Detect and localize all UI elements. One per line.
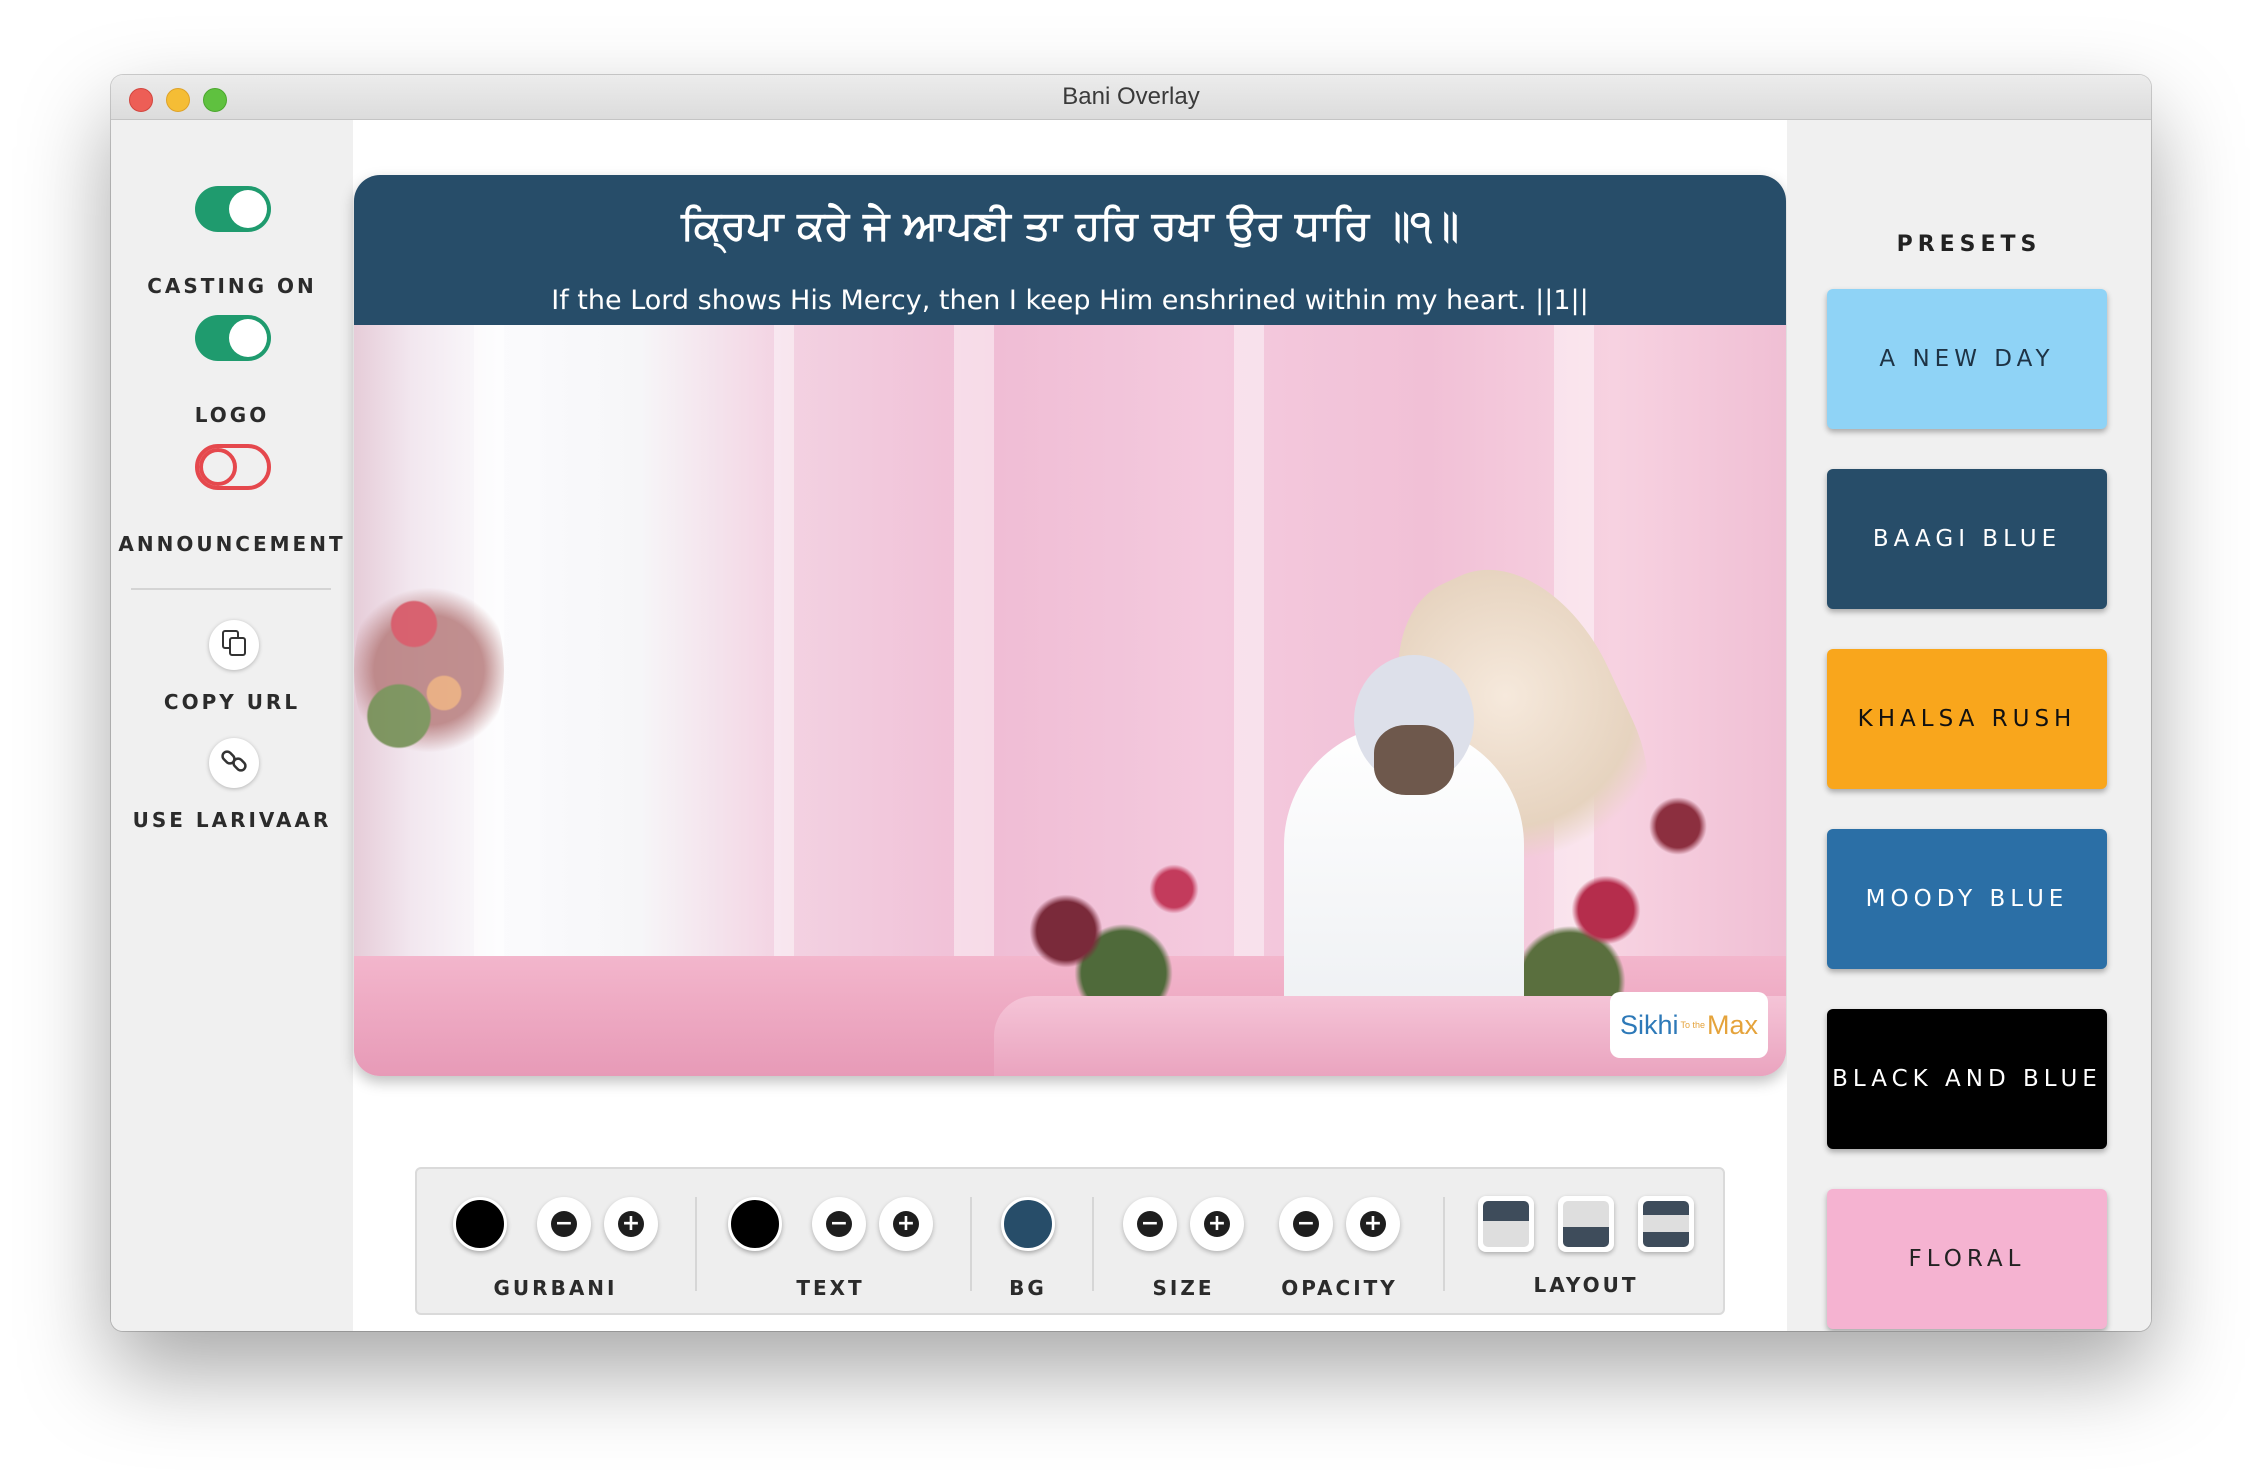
minus-icon: − — [826, 1211, 852, 1237]
gurbani-label: GURBANI — [493, 1276, 618, 1300]
layout-fill — [1483, 1221, 1529, 1247]
logo-toggle[interactable] — [195, 315, 271, 361]
layout-bar — [1483, 1201, 1529, 1221]
presets-title: PRESETS — [1896, 232, 2042, 257]
toggle-knob — [199, 448, 237, 486]
text-color-swatch[interactable] — [728, 1197, 782, 1251]
style-toolbar: − + GURBANI − + TEXT BG − + SIZE − + OPA… — [415, 1167, 1725, 1315]
toolbar-separator — [1443, 1197, 1445, 1291]
copy-url-button[interactable] — [209, 620, 259, 670]
preset-floral[interactable]: FLORAL — [1827, 1189, 2107, 1329]
layout-label: LAYOUT — [1533, 1273, 1639, 1297]
layout-fill — [1643, 1215, 1689, 1232]
announcement-label: ANNOUNCEMENT — [118, 532, 346, 556]
logo-sikhi-text: Sikhi — [1619, 1009, 1679, 1040]
flowers-left — [354, 555, 504, 785]
gurbani-decrease-button[interactable]: − — [537, 1197, 591, 1251]
presets-panel: PRESETS A NEW DAY BAAGI BLUE KHALSA RUSH… — [1787, 120, 2151, 1331]
layout-bar — [1563, 1227, 1609, 1247]
text-decrease-button[interactable]: − — [812, 1197, 866, 1251]
app-window: Bani Overlay CASTING ON LOGO ANNOUNCEMEN… — [111, 75, 2151, 1331]
larivaar-button[interactable] — [209, 738, 259, 788]
text-label: TEXT — [796, 1276, 865, 1300]
translation-line: If the Lord shows His Mercy, then I keep… — [551, 285, 1589, 316]
preset-a-new-day[interactable]: A NEW DAY — [1827, 289, 2107, 429]
opacity-decrease-button[interactable]: − — [1279, 1197, 1333, 1251]
preset-black-and-blue[interactable]: BLACK AND BLUE — [1827, 1009, 2107, 1149]
plus-icon: + — [1360, 1211, 1386, 1237]
minus-icon: − — [1293, 1211, 1319, 1237]
logo-small-text: To the — [1680, 1020, 1706, 1030]
face — [1374, 725, 1454, 795]
preset-khalsa-rush[interactable]: KHALSA RUSH — [1827, 649, 2107, 789]
overlay-preview: Sikhi To the Max ਕ੍ਰਿਪਾ ਕਰੇ ਜੇ ਆਪਣੀ ਤਾ ਹ… — [354, 175, 1786, 1076]
title-bar: Bani Overlay — [111, 75, 2151, 120]
minus-icon: − — [551, 1211, 577, 1237]
announcement-toggle[interactable] — [195, 444, 271, 490]
toggle-knob — [229, 190, 267, 228]
gurbani-increase-button[interactable]: + — [604, 1197, 658, 1251]
bg-color-swatch[interactable] — [1001, 1197, 1055, 1251]
size-increase-button[interactable]: + — [1190, 1197, 1244, 1251]
copy-url-label: COPY URL — [163, 690, 301, 714]
plus-icon: + — [1204, 1211, 1230, 1237]
center-area: Sikhi To the Max ਕ੍ਰਿਪਾ ਕਰੇ ਜੇ ਆਪਣੀ ਤਾ ਹ… — [354, 120, 1786, 1331]
toggle-knob — [229, 319, 267, 357]
casting-label: CASTING ON — [147, 274, 317, 298]
size-label: SIZE — [1152, 1276, 1215, 1300]
plus-icon: + — [893, 1211, 919, 1237]
window-title: Bani Overlay — [1062, 83, 1200, 110]
copy-icon — [219, 628, 249, 662]
sikhitothemax-logo: Sikhi To the Max — [1610, 992, 1768, 1058]
toolbar-separator — [970, 1197, 972, 1291]
plus-icon: + — [618, 1211, 644, 1237]
layout-bar — [1643, 1232, 1689, 1247]
layout-bar — [1643, 1201, 1689, 1215]
layout-fill — [1563, 1201, 1609, 1227]
opacity-increase-button[interactable]: + — [1346, 1197, 1400, 1251]
casting-toggle[interactable] — [195, 186, 271, 232]
toolbar-separator — [695, 1197, 697, 1291]
bani-banner: ਕ੍ਰਿਪਾ ਕਰੇ ਜੇ ਆਪਣੀ ਤਾ ਹਰਿ ਰਖਾ ਉਰ ਧਾਰਿ ॥੧… — [354, 175, 1786, 325]
size-decrease-button[interactable]: − — [1123, 1197, 1177, 1251]
preset-baagi-blue[interactable]: BAAGI BLUE — [1827, 469, 2107, 609]
gurbani-color-swatch[interactable] — [453, 1197, 507, 1251]
link-icon — [219, 746, 249, 780]
layout-bottom-button[interactable] — [1558, 1196, 1614, 1252]
left-panel: CASTING ON LOGO ANNOUNCEMENT COPY URL US… — [111, 120, 353, 1331]
logo-label: LOGO — [194, 403, 270, 427]
layout-split-button[interactable] — [1638, 1196, 1694, 1252]
bg-label: BG — [1009, 1276, 1047, 1300]
preset-moody-blue[interactable]: MOODY BLUE — [1827, 829, 2107, 969]
panel-divider — [131, 588, 331, 590]
layout-top-button[interactable] — [1478, 1196, 1534, 1252]
opacity-label: OPACITY — [1281, 1276, 1398, 1300]
larivaar-label: USE LARIVAAR — [132, 808, 332, 832]
minus-icon: − — [1137, 1211, 1163, 1237]
gurbani-line: ਕ੍ਰਿਪਾ ਕਰੇ ਜੇ ਆਪਣੀ ਤਾ ਹਰਿ ਰਖਾ ਉਰ ਧਾਰਿ ॥੧… — [681, 203, 1459, 249]
background-photo: Sikhi To the Max — [354, 325, 1786, 1076]
text-increase-button[interactable]: + — [879, 1197, 933, 1251]
toolbar-separator — [1092, 1197, 1094, 1291]
logo-max-text: Max — [1707, 1009, 1759, 1040]
